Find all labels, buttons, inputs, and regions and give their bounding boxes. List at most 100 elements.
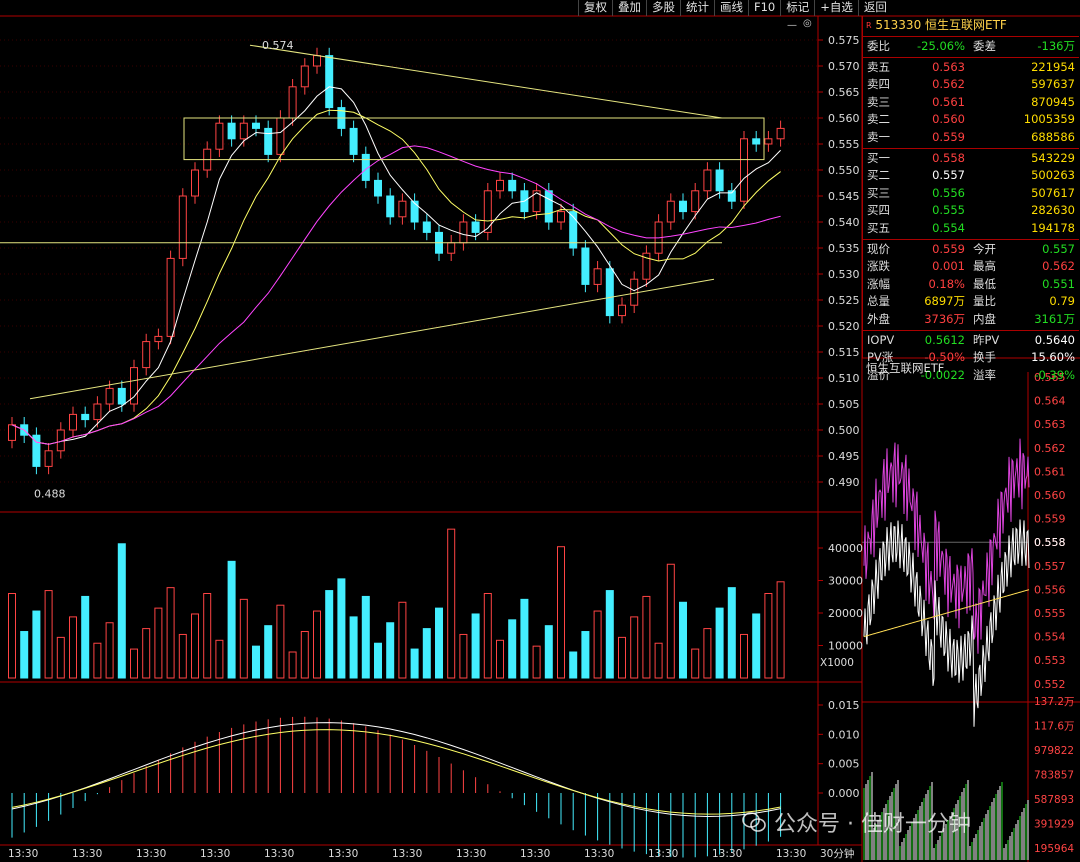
macd-tick-label: 0.010 (828, 728, 860, 741)
stat-label: IOPV (867, 332, 895, 347)
toolbar-button[interactable]: 画线 (714, 0, 748, 16)
candle-body (93, 403, 102, 421)
volume-tick-label: 20000 (828, 607, 863, 620)
candle-body (447, 242, 456, 254)
stat-label: 涨幅 (867, 276, 890, 291)
volume-bar (203, 593, 212, 679)
candle-body (276, 117, 285, 155)
volume-bar (69, 616, 77, 679)
time-tick-label: 13:30 (8, 848, 38, 860)
time-tick-label: 13:30 (328, 848, 358, 860)
volume-bar (93, 642, 102, 679)
mini-price-label: 0.554 (1034, 631, 1066, 644)
toolbar-button[interactable]: +自选 (814, 0, 858, 16)
row-price: 0.557 (932, 168, 965, 183)
candle-body (313, 55, 321, 67)
candle-body (605, 268, 614, 317)
quote-row: 买一 0.558 543229 (863, 150, 1079, 168)
stat-value: 0.18% (928, 276, 965, 291)
volume-bar (642, 595, 651, 679)
low-annotation: 0.488 (34, 487, 66, 500)
toolbar-button[interactable]: 返回 (857, 0, 892, 16)
candle-body (581, 247, 590, 285)
stat-label: 今开 (973, 241, 996, 256)
candle-body (630, 278, 639, 306)
watermark-text: 公众号 · 佳财一分钟 (774, 812, 971, 837)
candle-body (117, 387, 126, 405)
volume-bar (32, 610, 41, 679)
time-tick-label: 13:30 (456, 848, 486, 860)
quote-panel: R 513330 恒生互联网ETF 委比 -25.06% 委差 -136万 卖五… (862, 16, 1079, 382)
volume-bar (715, 607, 724, 679)
toolbar-button[interactable]: 叠加 (612, 0, 646, 16)
candle-body (325, 55, 334, 109)
candle-body (679, 200, 687, 213)
volume-bar (508, 619, 517, 679)
toolbar-button[interactable]: 复权 (578, 0, 612, 16)
close-icon[interactable]: ◎ (803, 18, 812, 29)
minimize-icon[interactable]: — (787, 20, 797, 31)
volume-bar (605, 590, 614, 679)
volume-tick-label: 30000 (828, 575, 863, 588)
quote-row: 买三 0.556 507617 (863, 185, 1079, 203)
toolbar-button[interactable]: 多股 (646, 0, 680, 16)
stat-label: 换手 (973, 350, 996, 365)
candle-body (154, 335, 163, 343)
volume-bar (130, 648, 138, 679)
row-label: 买四 (867, 203, 890, 218)
toolbar-button[interactable]: 统计 (680, 0, 714, 16)
candle-body (410, 200, 419, 223)
candle-body (496, 179, 504, 192)
weicha-label: 委差 (973, 39, 996, 53)
candle-body (740, 138, 748, 202)
candle-body (300, 65, 309, 88)
stat-label: 昨PV (973, 332, 1000, 347)
volume-bar (191, 613, 199, 679)
row-volume: 543229 (1031, 150, 1075, 165)
stat-row: 涨跌 0.001 最高 0.562 (863, 258, 1079, 276)
price-tick-label: 0.505 (828, 398, 860, 411)
volume-bar (398, 601, 407, 679)
stat-label: 溢率 (973, 367, 996, 382)
stat-label: 现价 (867, 241, 890, 256)
toolbar-button[interactable]: 标记 (780, 0, 814, 16)
candle-body (752, 138, 761, 145)
mini-volume-label: 587893 (1034, 794, 1074, 806)
volume-bar (447, 528, 456, 679)
mini-price-label: 0.561 (1034, 465, 1066, 478)
quote-row: 卖一 0.559 688586 (863, 129, 1079, 147)
volume-bar (752, 613, 761, 679)
r-mark: R (866, 21, 872, 30)
candle-body (264, 127, 273, 155)
price-tick-label: 0.490 (828, 476, 860, 489)
time-tick-label: 13:30 (776, 848, 806, 860)
price-tick-label: 0.575 (828, 34, 860, 47)
volume-bar (288, 651, 297, 679)
volume-bar (300, 631, 309, 679)
row-volume: 597637 (1031, 77, 1075, 92)
mini-volume-label: 783857 (1034, 770, 1074, 782)
volume-bar (679, 601, 687, 679)
stat-value: 0.559 (932, 241, 965, 256)
row-label: 卖二 (867, 112, 890, 127)
price-tick-label: 0.555 (828, 138, 860, 151)
mini-price-label: 0.564 (1034, 395, 1066, 408)
volume-bar (20, 631, 29, 679)
time-tick-label: 13:30 (584, 848, 614, 860)
mini-price-label: 0.557 (1034, 560, 1066, 573)
stat-label: 最高 (973, 259, 996, 274)
time-tick-label: 13:30 (72, 848, 102, 860)
volume-bar (349, 616, 358, 679)
quote-row: 买二 0.557 500263 (863, 167, 1079, 185)
row-price: 0.555 (932, 203, 965, 218)
row-label: 卖三 (867, 94, 890, 109)
price-tick-label: 0.570 (828, 60, 860, 73)
volume-bar (618, 636, 626, 679)
candle-body (459, 221, 468, 244)
toolbar-button[interactable]: F10 (748, 0, 780, 16)
candle-body (44, 450, 53, 467)
mini-price-label: 0.560 (1034, 489, 1066, 502)
stat-label: 总量 (867, 294, 890, 309)
period-label[interactable]: 30分钟 (820, 846, 854, 861)
stat-row: 涨幅 0.18% 最低 0.551 (863, 276, 1079, 294)
